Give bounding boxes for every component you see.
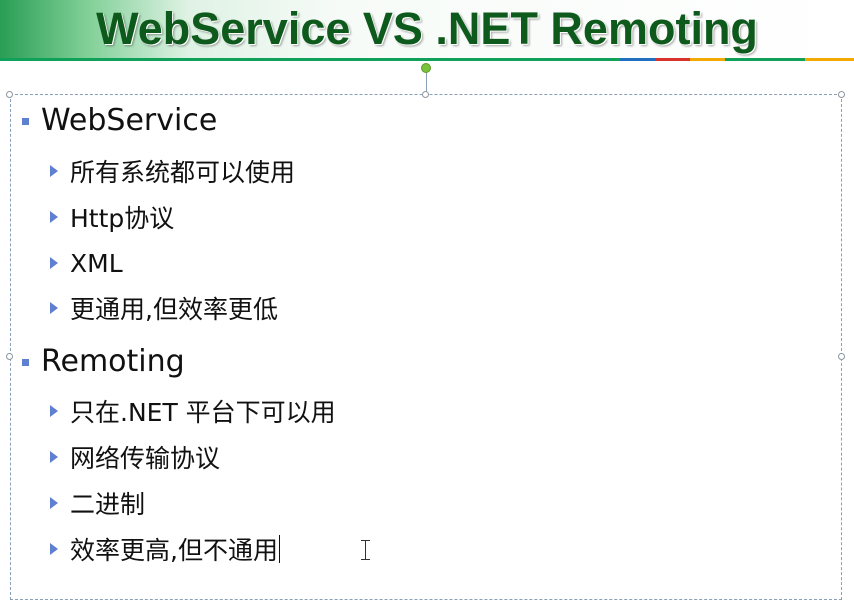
subitem-label: 网络传输协议	[70, 444, 221, 473]
subitem-remoting-2[interactable]: 网络传输协议	[50, 442, 221, 473]
bullet-webservice[interactable]: WebService	[22, 102, 217, 138]
resize-handle-top-center[interactable]	[422, 91, 429, 98]
triangle-arrow-bullet-icon	[50, 497, 58, 509]
triangle-arrow-bullet-icon	[50, 165, 58, 177]
title-accent-line	[0, 58, 854, 61]
resize-handle-middle-right[interactable]	[838, 353, 845, 360]
triangle-arrow-bullet-icon	[50, 451, 58, 463]
subitem-webservice-2[interactable]: Http协议	[50, 202, 175, 233]
triangle-arrow-bullet-icon	[50, 211, 58, 223]
subitem-remoting-4[interactable]: 效率更高,但不通用	[50, 534, 280, 565]
subitem-label: 效率更高,但不通用	[70, 536, 278, 565]
subitem-label: XML	[70, 248, 123, 278]
triangle-arrow-bullet-icon	[50, 302, 58, 314]
subitem-webservice-4[interactable]: 更通用,但效率更低	[50, 293, 278, 324]
resize-handle-top-left[interactable]	[6, 91, 13, 98]
square-bullet-icon	[22, 358, 29, 366]
subitem-webservice-1[interactable]: 所有系统都可以使用	[50, 156, 296, 187]
title-band: WebService VS .NET Remoting	[0, 0, 854, 60]
triangle-arrow-bullet-icon	[50, 405, 58, 417]
accent-segment	[620, 58, 655, 61]
resize-handle-middle-left[interactable]	[6, 353, 13, 360]
subitem-webservice-3[interactable]: XML	[50, 248, 123, 278]
ibeam-cursor-icon	[361, 540, 370, 560]
accent-segment	[725, 58, 805, 61]
resize-handle-top-right[interactable]	[838, 91, 845, 98]
subitem-label: 所有系统都可以使用	[70, 158, 296, 187]
text-caret	[278, 535, 280, 563]
triangle-arrow-bullet-icon	[50, 543, 58, 555]
accent-segment	[805, 58, 854, 61]
bullet-label: Remoting	[41, 343, 185, 379]
subitem-remoting-3[interactable]: 二进制	[50, 488, 146, 519]
subitem-remoting-1[interactable]: 只在.NET 平台下可以用	[50, 396, 336, 427]
subitem-label: 只在.NET 平台下可以用	[70, 398, 336, 427]
subitem-label: Http协议	[70, 204, 175, 233]
subitem-label: 二进制	[70, 490, 146, 519]
triangle-arrow-bullet-icon	[50, 257, 58, 269]
subitem-label: 更通用,但效率更低	[70, 295, 278, 324]
slide-title[interactable]: WebService VS .NET Remoting	[0, 2, 854, 56]
accent-segment	[0, 58, 620, 61]
bullet-label: WebService	[41, 102, 218, 138]
square-bullet-icon	[22, 117, 29, 125]
rotate-handle-icon[interactable]	[421, 63, 431, 73]
slide-canvas[interactable]: WebService VS .NET Remoting WebService 所…	[0, 0, 854, 604]
accent-segment	[690, 58, 725, 61]
accent-segment	[655, 58, 690, 61]
bullet-remoting[interactable]: Remoting	[22, 343, 185, 379]
